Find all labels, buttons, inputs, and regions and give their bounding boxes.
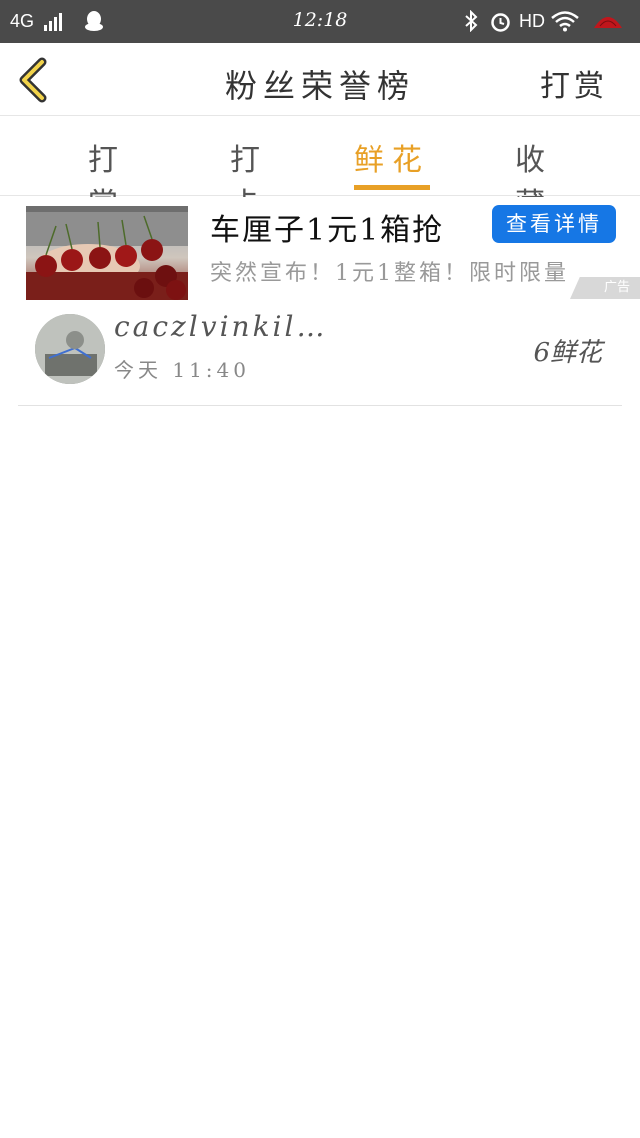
tab-favorites[interactable]: 收藏	[497, 135, 571, 222]
status-bar: 4G 12:18 HD	[0, 0, 640, 43]
list-item[interactable]: caczlvinkil… 今天 11:40 6鲜花	[0, 304, 640, 406]
bluetooth-icon	[465, 10, 478, 32]
fan-icon	[594, 17, 622, 28]
wifi-icon	[551, 11, 579, 32]
alarm-icon	[491, 13, 510, 32]
avatar	[35, 314, 105, 384]
ad-image	[26, 206, 188, 300]
tab-flowers[interactable]: 鲜花	[354, 135, 430, 196]
reward-button[interactable]: 打赏	[540, 61, 608, 105]
tab-checkin[interactable]: 打卡	[212, 135, 286, 222]
tab-bar: 打赏 打卡 鲜花 收藏	[0, 117, 640, 222]
hd-label: HD	[519, 11, 545, 31]
ad-title: 车厘子1元1箱抢	[210, 213, 445, 248]
divider	[18, 405, 622, 406]
timestamp: 今天 11:40	[114, 358, 250, 382]
top-nav-bar: 粉丝荣誉榜 打赏	[0, 43, 640, 116]
ad-tag: 广告	[570, 277, 640, 299]
ad-subtitle: 突然宣布！1元1整箱！限时限量	[210, 261, 569, 286]
tab-reward[interactable]: 打赏	[70, 135, 144, 222]
username: caczlvinkil…	[114, 310, 328, 343]
ad-banner[interactable]: 车厘子1元1箱抢 查看详情 突然宣布！1元1整箱！限时限量 广告	[0, 197, 640, 303]
flower-count: 6鲜花	[533, 338, 602, 368]
active-tab-indicator	[354, 185, 430, 190]
tab-label: 鲜花	[354, 143, 430, 178]
view-details-button[interactable]: 查看详情	[492, 205, 616, 243]
